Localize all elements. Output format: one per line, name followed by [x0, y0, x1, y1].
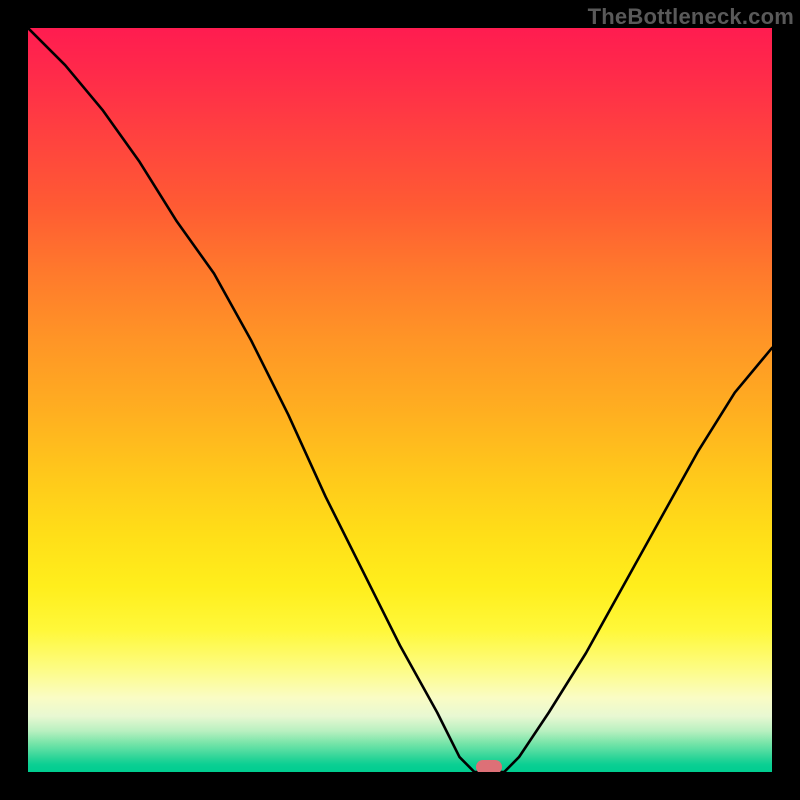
chart-frame: TheBottleneck.com: [0, 0, 800, 800]
optimum-marker: [476, 760, 502, 772]
attribution-text: TheBottleneck.com: [588, 4, 794, 30]
plot-area: [28, 28, 772, 772]
bottleneck-curve: [28, 28, 772, 772]
